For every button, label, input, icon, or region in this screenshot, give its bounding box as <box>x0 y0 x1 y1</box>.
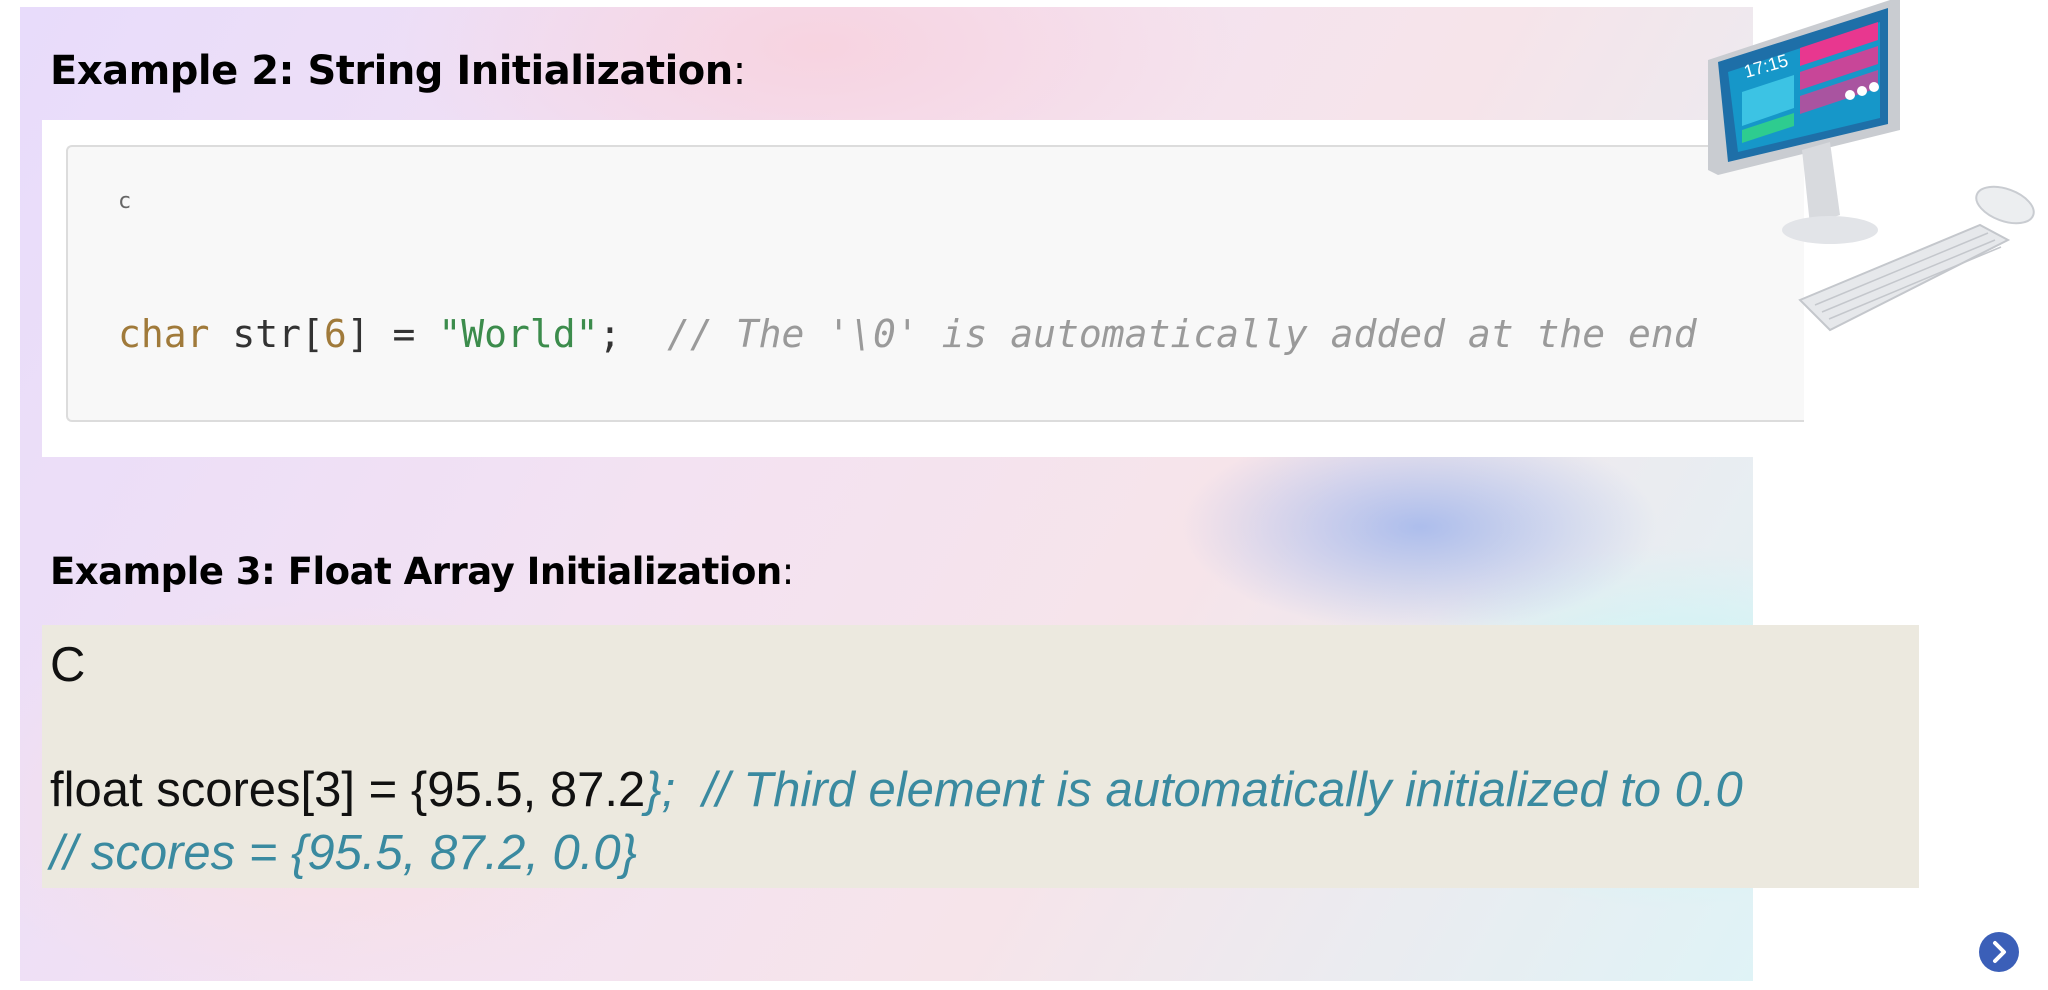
code-language-label: c <box>118 189 132 214</box>
code-comment: }; // Third element is automatically ini… <box>645 763 1743 817</box>
code-block: c char str[6] = "World"; // The '\0' is … <box>66 145 1804 422</box>
desktop-computer-illustration: 17:15 <box>1708 0 2035 332</box>
code-identifier: str[ <box>209 312 324 356</box>
chevron-right-icon <box>1993 941 2006 963</box>
code-comment: // The '\0' is automatically added at th… <box>667 312 1697 356</box>
code-line-1: float scores[3] = {95.5, 87.2}; // Third… <box>50 762 1743 818</box>
example-3-heading: Example 3: Float Array Initialization: <box>50 550 794 593</box>
example-2-code-panel: c char str[6] = "World"; // The '\0' is … <box>42 120 1804 457</box>
next-slide-button[interactable] <box>1979 932 2019 972</box>
code-text: float scores[3] = {95.5, 87.2 <box>50 763 646 817</box>
code-keyword: char <box>118 312 210 356</box>
code-operator: ] = <box>346 312 439 356</box>
code-line-2: // scores = {95.5, 87.2, 0.0} <box>50 826 638 880</box>
code-semicolon: ; <box>598 312 668 356</box>
code-line: char str[6] = "World"; // The '\0' is au… <box>118 312 1697 356</box>
code-string: "World" <box>438 312 599 356</box>
example-2-heading: Example 2: String Initialization: <box>50 48 746 94</box>
code-language-label: C <box>50 638 86 692</box>
code-number: 6 <box>323 312 347 356</box>
example-3-code-panel: C float scores[3] = {95.5, 87.2}; // Thi… <box>42 625 1919 888</box>
